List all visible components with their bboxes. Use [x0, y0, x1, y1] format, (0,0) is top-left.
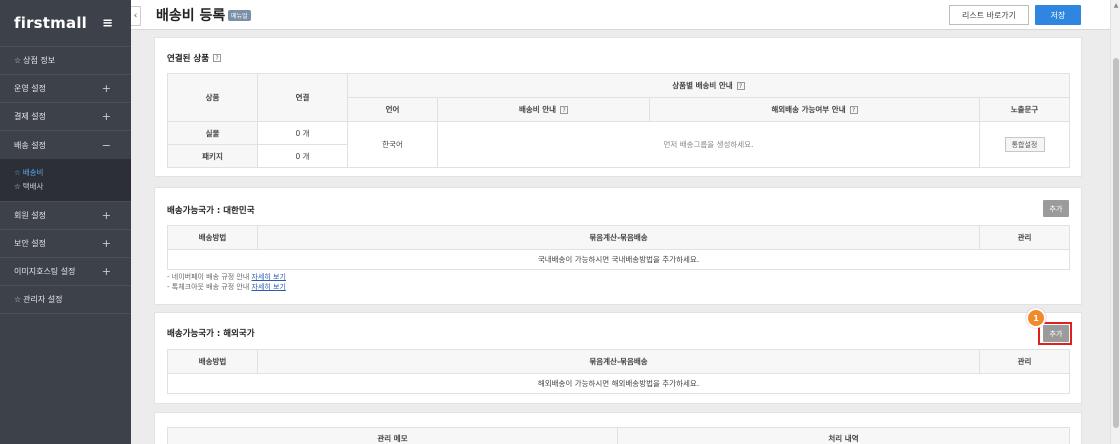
col-header-manage: 관리: [979, 349, 1070, 374]
help-icon[interactable]: ?: [849, 106, 858, 114]
scrollbar-thumb[interactable]: [1113, 58, 1119, 428]
col-header-guide: 상품별 배송비 안내?: [347, 73, 1070, 98]
star-icon: ☆: [14, 167, 21, 177]
section-title: 배송가능국가 : 대한민국: [167, 206, 255, 216]
help-icon[interactable]: ?: [736, 82, 745, 90]
highlight-box: [1038, 322, 1072, 345]
col-header-fee-guide: 배송비 안내?: [437, 97, 650, 122]
sidebar-item-security[interactable]: 보안 설정 +: [0, 230, 131, 258]
sidebar-item-operation[interactable]: 운영 설정 +: [0, 75, 131, 103]
submenu-label: 택배사: [22, 181, 44, 191]
sidebar-item-label: 운영 설정: [14, 84, 46, 93]
submenu-label: 배송비: [22, 167, 44, 177]
col-header-product: 상품: [167, 73, 258, 122]
sidebar-item-label: 결제 설정: [14, 112, 46, 121]
plus-icon: +: [101, 265, 111, 278]
add-domestic-button[interactable]: 추가: [1043, 200, 1069, 217]
sidebar-item-image-hosting[interactable]: 이미지호스팅 설정 +: [0, 258, 131, 286]
plus-icon: +: [101, 237, 111, 250]
logo[interactable]: firstmall: [14, 14, 87, 32]
language-cell: 한국어: [347, 121, 438, 168]
brand-bar: firstmall ≡: [0, 0, 131, 47]
overseas-shipping-panel: 배송가능국가 : 해외국가 추가 배송방법 묶음계산-묶음배송 관리 해외배송이…: [154, 312, 1082, 404]
domestic-empty-message: 국내배송이 가능하시면 국내배송방법을 추가하세요.: [167, 249, 1070, 270]
collapse-sidebar-icon[interactable]: ‹: [131, 6, 141, 26]
overseas-method-table: 배송방법 묶음계산-묶음배송 관리 해외배송이 가능하시면 해외배송방법을 추가…: [167, 349, 1070, 394]
row-label-physical: 실물: [167, 121, 258, 145]
plus-icon: +: [101, 209, 111, 222]
sidebar-item-shop-info[interactable]: ☆ 상점 정보: [0, 47, 131, 75]
domestic-method-table: 배송방법 묶음계산-묶음배송 관리 국내배송이 가능하시면 국내배송방법을 추가…: [167, 225, 1070, 270]
col-header-method: 배송방법: [167, 349, 258, 374]
col-header-bundle: 묶음계산-묶음배송: [257, 225, 980, 250]
section-title-text: 연결된 상품: [167, 54, 210, 64]
guide-naverpay: - 네이버페이 배송 규정 안내 자세히 보기: [167, 272, 286, 282]
guide-notes: - 네이버페이 배송 규정 안내 자세히 보기 - 톡체크아웃 배송 규정 안내…: [167, 272, 286, 292]
submenu-item-shipping-fee[interactable]: ☆ 배송비: [14, 165, 131, 179]
page-header: ‹ 배송비 등록 메뉴얼 리스트 바로가기 저장: [131, 0, 1110, 30]
scrollbar[interactable]: ▲: [1110, 0, 1120, 444]
col-header-overseas-guide: 해외배송 가능여부 안내?: [649, 97, 980, 122]
col-header-guide-text: 상품별 배송비 안내: [672, 81, 733, 90]
empty-guide-message: 먼저 배송그룹을 생성하세요.: [437, 121, 980, 168]
col-header-language: 언어: [347, 97, 438, 122]
sidebar-item-shipping[interactable]: 배송 설정 −: [0, 131, 131, 159]
overseas-empty-message: 해외배송이 가능하시면 해외배송방법을 추가하세요.: [167, 373, 1070, 394]
help-icon[interactable]: ?: [213, 54, 222, 62]
sidebar-item-label: 상점 정보: [23, 56, 56, 65]
detail-link[interactable]: 자세히 보기: [252, 283, 286, 291]
sidebar-item-member[interactable]: 회원 설정 +: [0, 202, 131, 230]
col-header-history: 처리 내역: [617, 427, 1070, 444]
col-header-method: 배송방법: [167, 225, 258, 250]
shipping-submenu: ☆ 배송비 ☆ 택배사: [0, 159, 131, 202]
row-label-package: 패키지: [167, 144, 258, 168]
sidebar: firstmall ≡ ☆ 상점 정보 운영 설정 + 결제 설정 + 배송 설정…: [0, 0, 131, 444]
submenu-item-courier[interactable]: ☆ 택배사: [14, 179, 131, 193]
col-header-exposure: 노출문구: [979, 97, 1070, 122]
domestic-shipping-panel: 배송가능국가 : 대한민국 추가 배송방법 묶음계산-묶음배송 관리 국내배송이…: [154, 187, 1082, 305]
step-number-badge: 1: [1026, 308, 1046, 328]
hamburger-icon[interactable]: ≡: [102, 16, 113, 31]
col-header-link: 연결: [257, 73, 348, 122]
scroll-up-icon[interactable]: ▲: [1112, 2, 1120, 10]
plus-icon: +: [101, 110, 111, 123]
unified-setting-button[interactable]: 통합설정: [1004, 137, 1045, 152]
page-title: 배송비 등록: [156, 8, 226, 24]
star-icon: ☆: [14, 295, 22, 304]
col-header-manage: 관리: [979, 225, 1070, 250]
guide-text: - 네이버페이 배송 규정 안내: [167, 273, 250, 281]
sidebar-item-payment[interactable]: 결제 설정 +: [0, 103, 131, 131]
col-header-memo: 관리 메모: [167, 427, 618, 444]
memo-panel: 관리 메모 처리 내역: [154, 412, 1082, 444]
help-icon[interactable]: ?: [560, 106, 569, 114]
col-header-overseas-guide-text: 해외배송 가능여부 안내: [771, 105, 846, 114]
save-button[interactable]: 저장: [1035, 5, 1081, 25]
guide-text: - 톡체크아웃 배송 규정 안내: [167, 283, 250, 291]
count-package: 0 개: [257, 144, 348, 168]
sidebar-item-label: 배송 설정: [14, 140, 46, 150]
plus-icon: +: [101, 82, 111, 95]
minus-icon: −: [101, 138, 111, 152]
sidebar-item-label: 관리자 설정: [23, 295, 63, 304]
star-icon: ☆: [14, 181, 21, 191]
linked-products-table: 상품 연결 상품별 배송비 안내? 언어 배송비 안내? 해외배송 가능여부 안…: [167, 73, 1070, 168]
star-icon: ☆: [14, 56, 22, 65]
count-physical: 0 개: [257, 121, 348, 145]
manual-badge[interactable]: 메뉴얼: [228, 10, 251, 21]
col-header-bundle: 묶음계산-묶음배송: [257, 349, 980, 374]
sidebar-item-admin[interactable]: ☆ 관리자 설정: [0, 286, 131, 314]
sidebar-item-label: 회원 설정: [14, 211, 46, 220]
memo-table: 관리 메모 처리 내역: [167, 427, 1070, 444]
guide-talkcheckout: - 톡체크아웃 배송 규정 안내 자세히 보기: [167, 282, 286, 292]
sidebar-item-label: 이미지호스팅 설정: [14, 267, 76, 276]
linked-products-panel: 연결된 상품 ? 상품 연결 상품별 배송비 안내? 언어 배송비 안내? 해외…: [154, 37, 1082, 177]
exposure-cell: 통합설정: [979, 121, 1070, 168]
sidebar-item-label: 보안 설정: [14, 239, 46, 248]
section-title: 배송가능국가 : 해외국가: [167, 329, 255, 339]
detail-link[interactable]: 자세히 보기: [252, 273, 286, 281]
col-header-fee-guide-text: 배송비 안내: [518, 105, 557, 114]
go-to-list-button[interactable]: 리스트 바로가기: [949, 5, 1029, 25]
section-title: 연결된 상품 ?: [167, 52, 222, 64]
